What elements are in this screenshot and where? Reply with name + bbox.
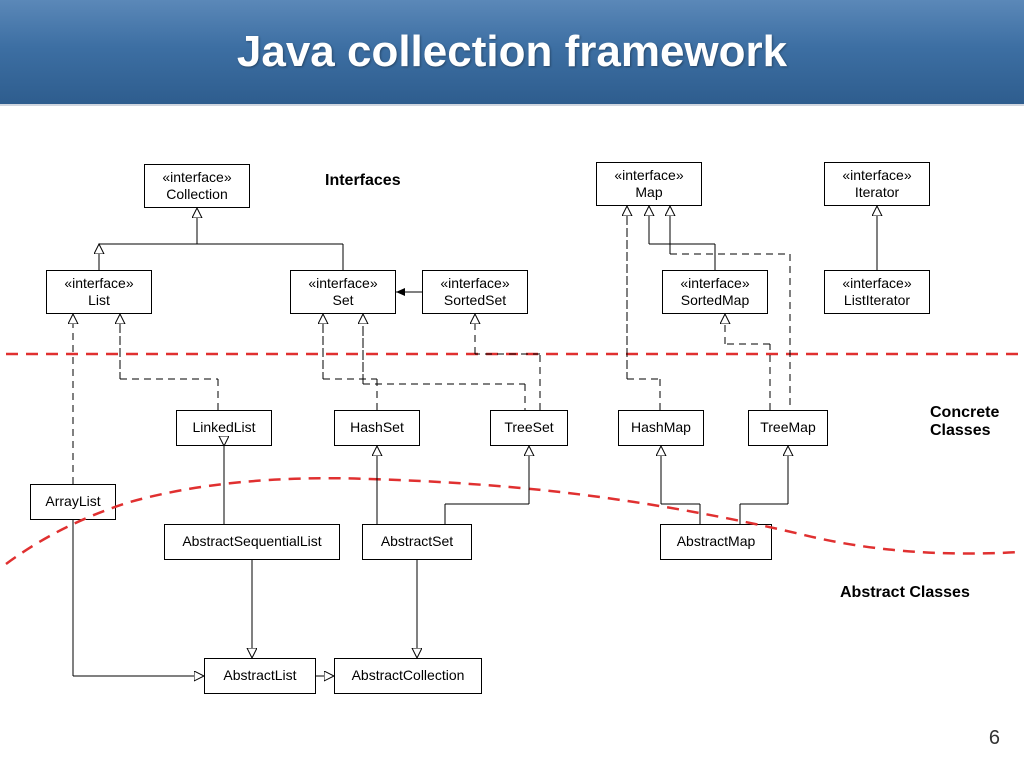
box-listiterator: «interface» ListIterator (824, 270, 930, 314)
label-abstract: Abstract Classes (840, 584, 970, 602)
slide-title: Java collection framework (237, 27, 787, 77)
name: Collection (166, 186, 227, 204)
box-abstractset: AbstractSet (362, 524, 472, 560)
name: AbstractList (223, 667, 296, 685)
box-arraylist: ArrayList (30, 484, 116, 520)
box-abstractlist: AbstractList (204, 658, 316, 694)
name: HashMap (631, 419, 691, 437)
slide-header: Java collection framework (0, 0, 1024, 106)
stereo: «interface» (308, 275, 377, 293)
box-map: «interface» Map (596, 162, 702, 206)
name: LinkedList (192, 419, 255, 437)
box-sortedmap: «interface» SortedMap (662, 270, 768, 314)
box-abstractcollection: AbstractCollection (334, 658, 482, 694)
name: ListIterator (844, 292, 910, 310)
label-concrete: Concrete Classes (930, 404, 999, 440)
name: SortedSet (444, 292, 506, 310)
uml-diagram: Interfaces Concrete Classes Abstract Cla… (0, 104, 1024, 768)
box-treemap: TreeMap (748, 410, 828, 446)
box-collection: «interface» Collection (144, 164, 250, 208)
box-abstractsequentiallist: AbstractSequentialList (164, 524, 340, 560)
name: AbstractMap (677, 533, 756, 551)
name: List (88, 292, 110, 310)
box-set: «interface» Set (290, 270, 396, 314)
stereo: «interface» (162, 169, 231, 187)
box-sortedset: «interface» SortedSet (422, 270, 528, 314)
box-iterator: «interface» Iterator (824, 162, 930, 206)
stereo: «interface» (842, 167, 911, 185)
name: Set (332, 292, 353, 310)
stereo: «interface» (64, 275, 133, 293)
page-number: 6 (989, 727, 1000, 750)
name: Map (635, 184, 662, 202)
box-hashset: HashSet (334, 410, 420, 446)
slide-stage: Java collection framework Interfaces Con… (0, 0, 1024, 768)
stereo: «interface» (680, 275, 749, 293)
name: Iterator (855, 184, 899, 202)
label-interfaces: Interfaces (325, 172, 401, 190)
name: TreeSet (504, 419, 553, 437)
name: TreeMap (760, 419, 816, 437)
box-list: «interface» List (46, 270, 152, 314)
stereo: «interface» (842, 275, 911, 293)
name: ArrayList (45, 493, 100, 511)
box-hashmap: HashMap (618, 410, 704, 446)
name: AbstractCollection (352, 667, 465, 685)
box-treeset: TreeSet (490, 410, 568, 446)
stereo: «interface» (614, 167, 683, 185)
box-linkedlist: LinkedList (176, 410, 272, 446)
stereo: «interface» (440, 275, 509, 293)
name: SortedMap (681, 292, 749, 310)
name: AbstractSet (381, 533, 453, 551)
box-abstractmap: AbstractMap (660, 524, 772, 560)
name: AbstractSequentialList (182, 533, 321, 551)
name: HashSet (350, 419, 404, 437)
